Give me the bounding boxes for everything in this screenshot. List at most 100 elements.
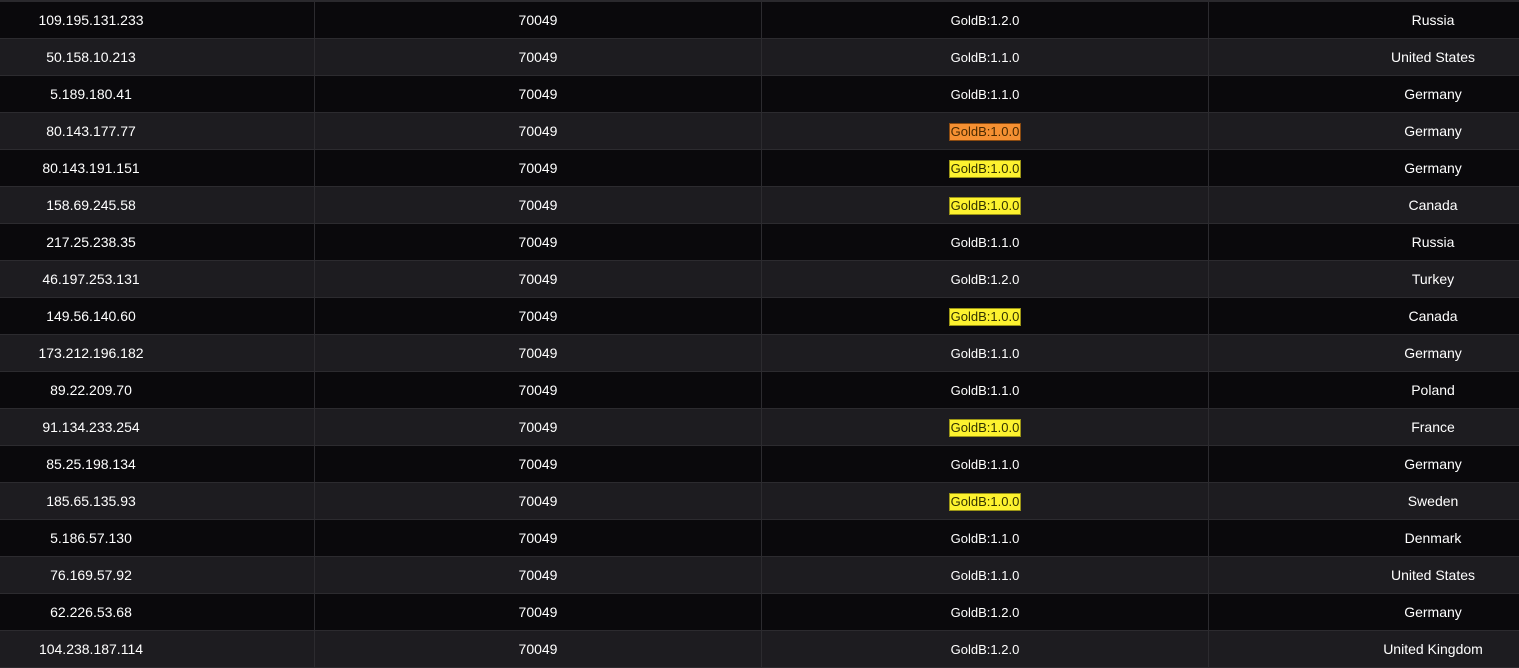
port-cell: 70049 — [315, 224, 762, 260]
version-cell: GoldB:1.2.0 — [762, 261, 1209, 297]
version-highlight-badge: GoldB:1.0.0 — [948, 419, 1022, 437]
ip-address-cell: 91.134.233.254 — [0, 409, 315, 445]
ip-address-cell: 50.158.10.213 — [0, 39, 315, 75]
ip-address-cell: 62.226.53.68 — [0, 594, 315, 630]
version-label: GoldB:1.2.0 — [950, 272, 1020, 287]
country-cell: Canada — [1408, 308, 1458, 324]
port-cell: 70049 — [315, 557, 762, 593]
version-cell: GoldB:1.2.0 — [762, 594, 1209, 630]
version-cell: GoldB:1.0.0 — [762, 409, 1209, 445]
country-cell: Canada — [1408, 197, 1458, 213]
country-cell: United Kingdom — [1383, 641, 1483, 657]
ip-address-cell: 217.25.238.35 — [0, 224, 315, 260]
table-row: 5.186.57.130 70049 GoldB:1.1.0 Denmark — [0, 520, 1519, 557]
port-cell: 70049 — [315, 187, 762, 223]
version-highlight-badge: GoldB:1.0.0 — [948, 493, 1022, 511]
country-cell: Sweden — [1407, 493, 1459, 509]
port-cell: 70049 — [315, 631, 762, 667]
country-cell: Denmark — [1404, 530, 1462, 546]
version-cell: GoldB:1.0.0 — [762, 483, 1209, 519]
version-label: GoldB:1.1.0 — [950, 346, 1020, 361]
ip-address-cell: 109.195.131.233 — [0, 2, 315, 38]
version-cell: GoldB:1.2.0 — [762, 2, 1209, 38]
version-cell: GoldB:1.1.0 — [762, 224, 1209, 260]
port-cell: 70049 — [315, 483, 762, 519]
version-highlight-badge: GoldB:1.0.0 — [948, 123, 1022, 141]
port-cell: 70049 — [315, 298, 762, 334]
country-cell: Germany — [1404, 604, 1462, 620]
country-cell: Germany — [1404, 160, 1462, 176]
version-label: GoldB:1.1.0 — [950, 457, 1020, 472]
table-row: 149.56.140.60 70049 GoldB:1.0.0 Canada — [0, 298, 1519, 335]
table-row: 158.69.245.58 70049 GoldB:1.0.0 Canada — [0, 187, 1519, 224]
version-cell: GoldB:1.2.0 — [762, 631, 1209, 667]
table-row: 80.143.177.77 70049 GoldB:1.0.0 Germany — [0, 113, 1519, 150]
country-cell: Germany — [1404, 86, 1462, 102]
version-label: GoldB:1.1.0 — [950, 87, 1020, 102]
version-cell: GoldB:1.0.0 — [762, 150, 1209, 186]
table-row: 185.65.135.93 70049 GoldB:1.0.0 Sweden — [0, 483, 1519, 520]
country-cell: France — [1411, 419, 1455, 435]
port-cell: 70049 — [315, 261, 762, 297]
ip-address-cell: 5.189.180.41 — [0, 76, 315, 112]
ip-address-cell: 104.238.187.114 — [0, 631, 315, 667]
country-cell: Russia — [1411, 12, 1455, 28]
port-cell: 70049 — [315, 2, 762, 38]
ip-address-cell: 46.197.253.131 — [0, 261, 315, 297]
version-highlight-badge: GoldB:1.0.0 — [948, 160, 1022, 178]
table-row: 50.158.10.213 70049 GoldB:1.1.0 United Stat… — [0, 39, 1519, 76]
port-cell: 70049 — [315, 150, 762, 186]
country-cell: Turkey — [1411, 271, 1455, 287]
version-label: GoldB:1.2.0 — [950, 605, 1020, 620]
ip-address-cell: 158.69.245.58 — [0, 187, 315, 223]
port-cell: 70049 — [315, 39, 762, 75]
version-label: GoldB:1.2.0 — [950, 642, 1020, 657]
port-cell: 70049 — [315, 76, 762, 112]
ip-address-cell: 80.143.177.77 — [0, 113, 315, 149]
version-cell: GoldB:1.0.0 — [762, 113, 1209, 149]
table-row: 80.143.191.151 70049 GoldB:1.0.0 Germany — [0, 150, 1519, 187]
port-cell: 70049 — [315, 594, 762, 630]
table-row: 5.189.180.41 70049 GoldB:1.1.0 Germany — [0, 76, 1519, 113]
version-cell: GoldB:1.0.0 — [762, 298, 1209, 334]
table-row: 46.197.253.131 70049 GoldB:1.2.0 Turkey — [0, 261, 1519, 298]
country-cell: Germany — [1404, 123, 1462, 139]
table-row: 104.238.187.114 70049 GoldB:1.2.0 United Ki… — [0, 631, 1519, 668]
ip-address-cell: 185.65.135.93 — [0, 483, 315, 519]
ip-address-cell: 149.56.140.60 — [0, 298, 315, 334]
version-cell: GoldB:1.1.0 — [762, 39, 1209, 75]
table-row: 109.195.131.233 70049 GoldB:1.2.0 Russia — [0, 2, 1519, 39]
version-label: GoldB:1.1.0 — [950, 50, 1020, 65]
version-cell: GoldB:1.1.0 — [762, 446, 1209, 482]
country-cell: Poland — [1411, 382, 1455, 398]
table-row: 85.25.198.134 70049 GoldB:1.1.0 Germany — [0, 446, 1519, 483]
version-cell: GoldB:1.1.0 — [762, 520, 1209, 556]
table-row: 76.169.57.92 70049 GoldB:1.1.0 United State… — [0, 557, 1519, 594]
version-cell: GoldB:1.1.0 — [762, 76, 1209, 112]
country-cell: Russia — [1411, 234, 1455, 250]
ip-address-cell: 80.143.191.151 — [0, 150, 315, 186]
port-cell: 70049 — [315, 446, 762, 482]
version-cell: GoldB:1.1.0 — [762, 557, 1209, 593]
ip-address-cell: 89.22.209.70 — [0, 372, 315, 408]
version-cell: GoldB:1.0.0 — [762, 187, 1209, 223]
port-cell: 70049 — [315, 335, 762, 371]
version-cell: GoldB:1.1.0 — [762, 372, 1209, 408]
port-cell: 70049 — [315, 372, 762, 408]
ip-address-cell: 76.169.57.92 — [0, 557, 315, 593]
version-label: GoldB:1.1.0 — [950, 568, 1020, 583]
version-label: GoldB:1.1.0 — [950, 235, 1020, 250]
version-label: GoldB:1.2.0 — [950, 13, 1020, 28]
country-cell: Germany — [1404, 456, 1462, 472]
ip-address-cell: 5.186.57.130 — [0, 520, 315, 556]
port-cell: 70049 — [315, 113, 762, 149]
country-cell: United States — [1390, 567, 1476, 583]
ip-address-cell: 173.212.196.182 — [0, 335, 315, 371]
peer-table: 109.195.131.233 70049 GoldB:1.2.0 Russia 50.… — [0, 0, 1519, 668]
table-row: 91.134.233.254 70049 GoldB:1.0.0 France — [0, 409, 1519, 446]
version-highlight-badge: GoldB:1.0.0 — [948, 197, 1022, 215]
country-cell: United States — [1390, 49, 1476, 65]
ip-address-cell: 85.25.198.134 — [0, 446, 315, 482]
version-highlight-badge: GoldB:1.0.0 — [948, 308, 1022, 326]
version-label: GoldB:1.1.0 — [950, 531, 1020, 546]
